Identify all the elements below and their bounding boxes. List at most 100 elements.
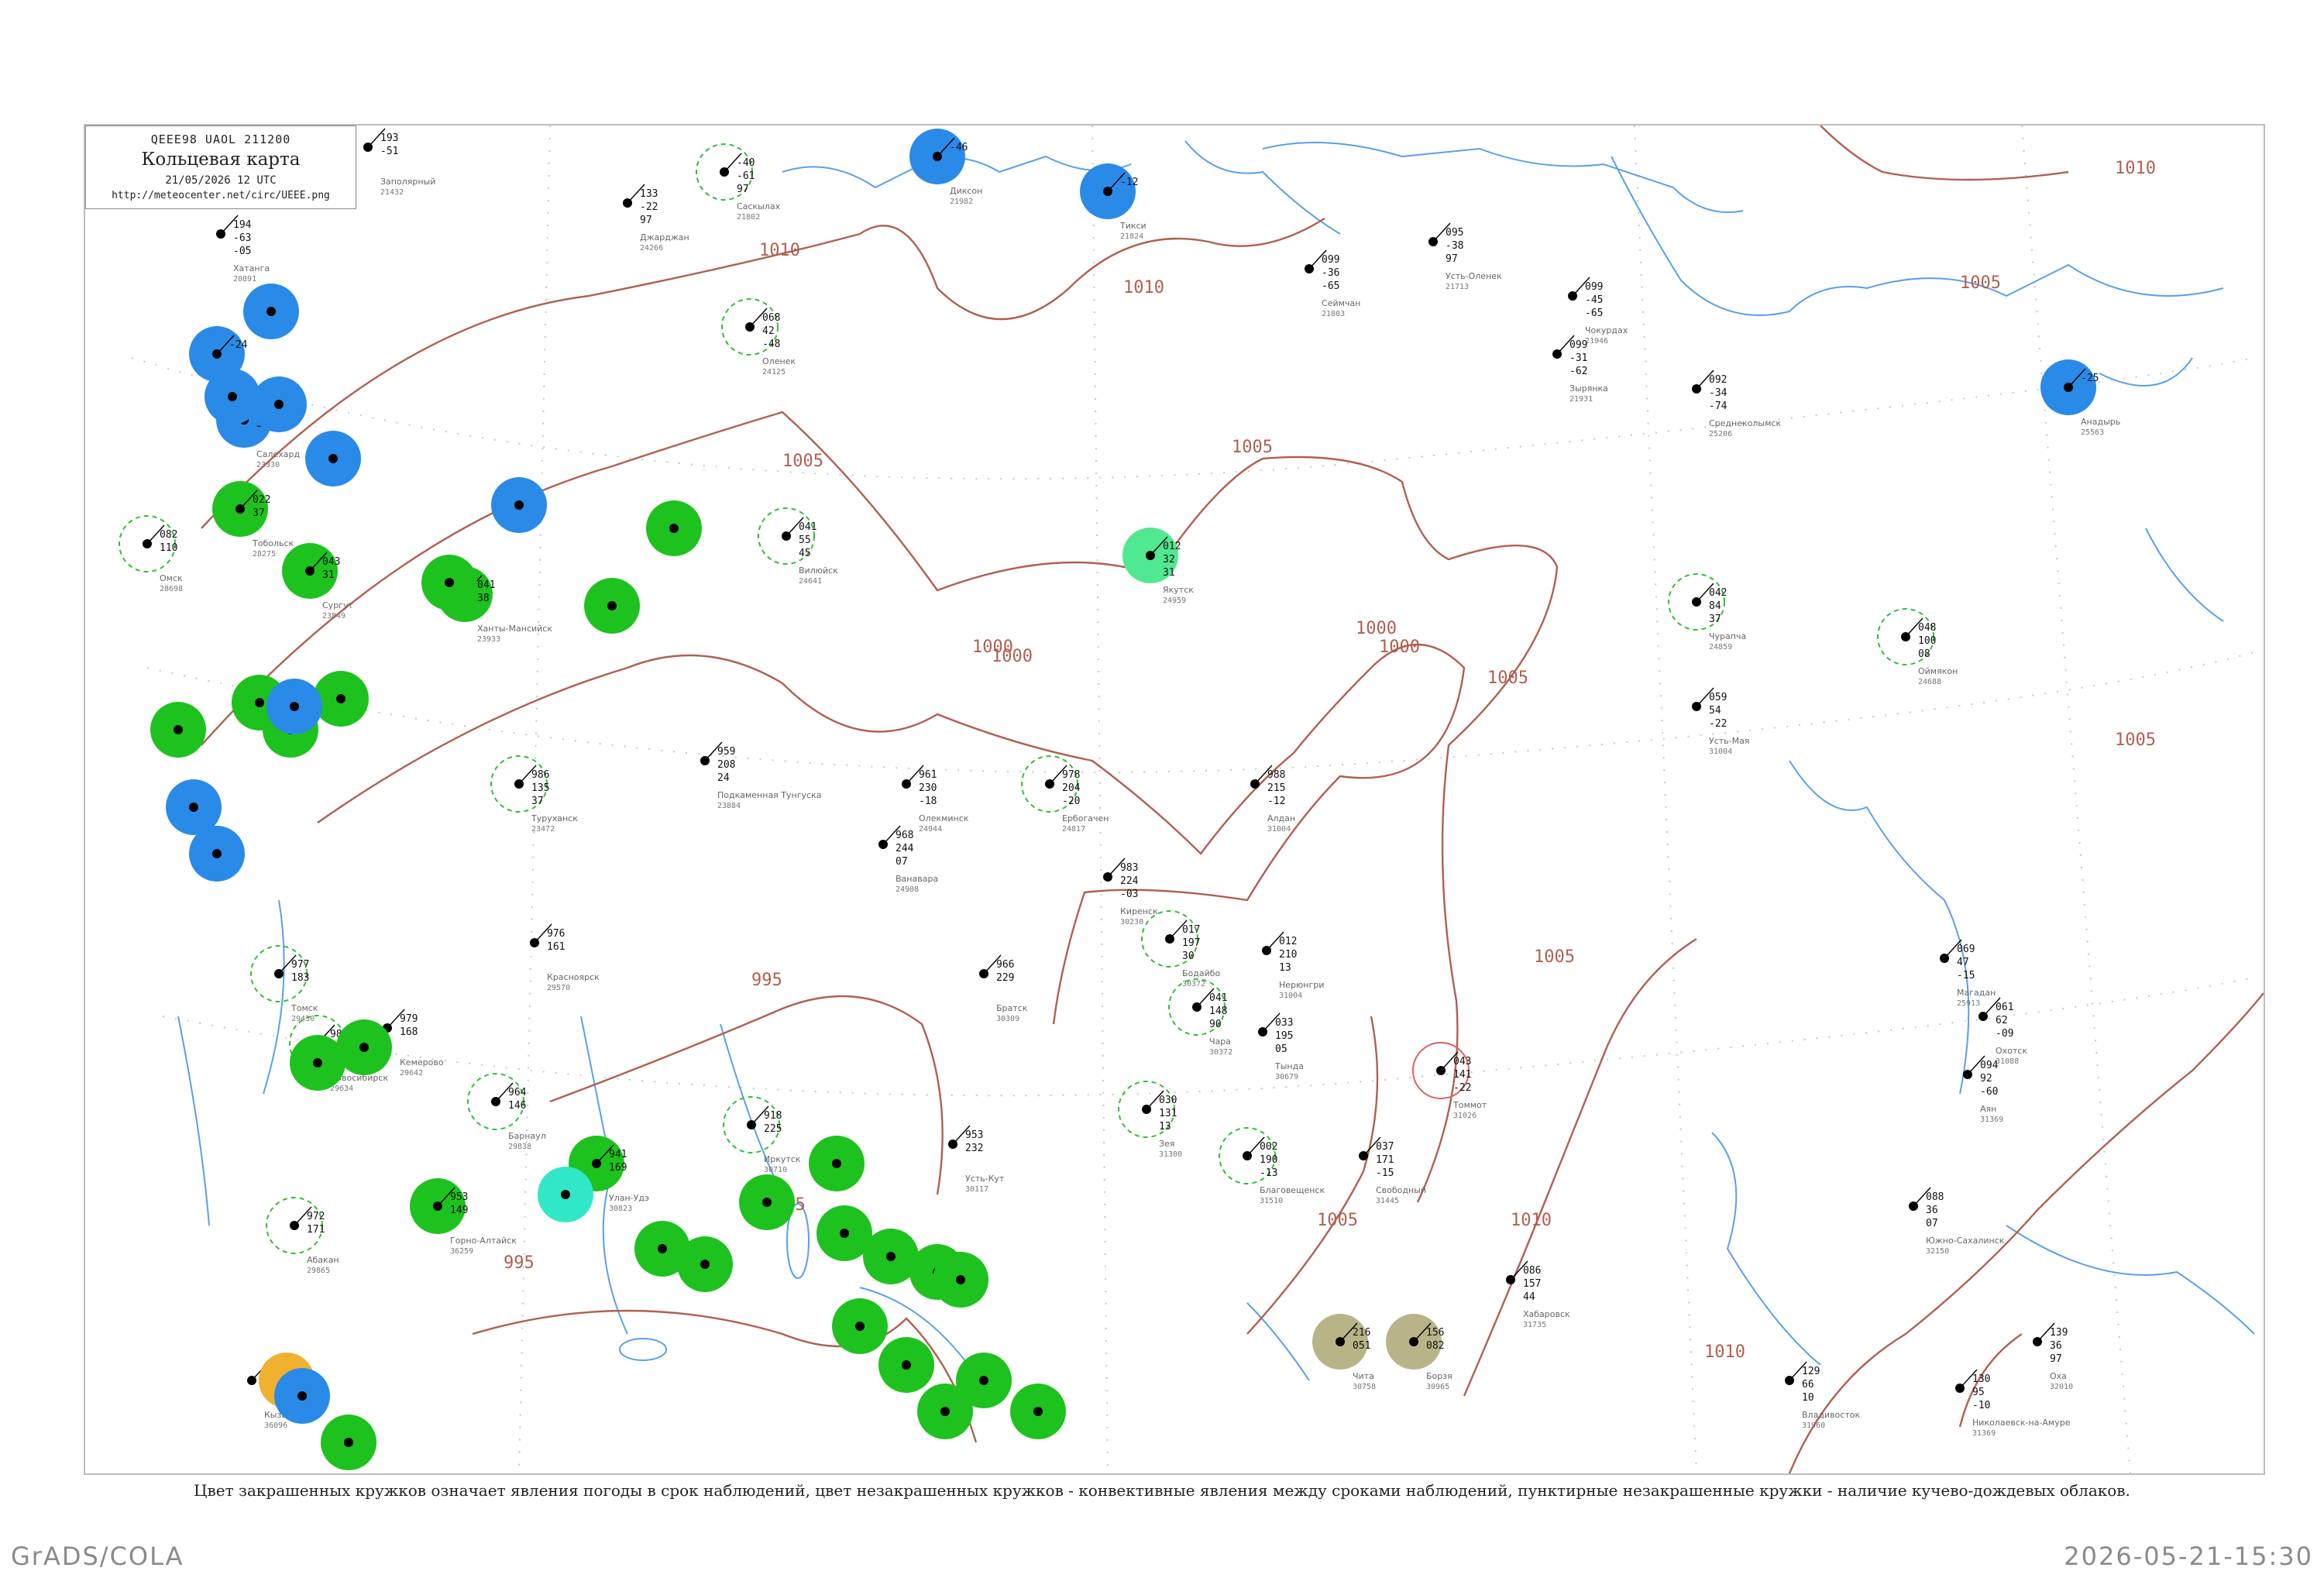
station-value: -60	[1980, 1086, 1998, 1098]
station-name: Борзя	[1426, 1371, 1452, 1381]
station-value: 92	[1980, 1073, 1992, 1085]
station-name: Диксон	[950, 186, 982, 196]
station-36259: 953 149 Горно-Алтайск36259	[410, 1178, 517, 1256]
cloud-cover-dot	[669, 524, 679, 533]
map-title-box: QEEE98 UAOL 211200 Кольцевая карта 21/05…	[85, 125, 356, 209]
station-value: 168	[400, 1026, 418, 1038]
station-value: 037	[1376, 1141, 1394, 1153]
station-value: 66	[1802, 1379, 1814, 1391]
station-name: Зырянка	[1569, 383, 1608, 394]
station-value: 230	[919, 782, 937, 794]
station-name: Ванавара	[896, 874, 938, 884]
map-datetime: 21/05/2026 12 UTC	[165, 174, 277, 187]
station-value: 964	[508, 1087, 527, 1098]
station-21803: 099-36-65 Сеймчан 21803	[1305, 249, 1360, 318]
station-value: -48	[762, 339, 780, 350]
station-index: 30710	[764, 1166, 787, 1174]
station-index: 23330	[256, 461, 280, 469]
station-value: 225	[764, 1123, 782, 1135]
station-30965: 156082 Борзя 30965	[1386, 1314, 1452, 1391]
station-value: 086	[1523, 1265, 1541, 1277]
station-value: 061	[1996, 1002, 2013, 1013]
station-value: 033	[1275, 1017, 1293, 1029]
cloud-cover-dot	[313, 1058, 322, 1067]
station-value: 190	[1260, 1154, 1277, 1166]
station-value: 97	[1446, 253, 1458, 265]
station-name: Томмот	[1452, 1100, 1487, 1110]
station-31004: 988215 -12 Алдан 31004	[1250, 765, 1295, 834]
station-name: Бодайбо	[1182, 968, 1221, 978]
station-value: -51	[380, 146, 398, 157]
station-21802: -40-61 97 Саскылах 21802	[696, 143, 781, 222]
station-name: Олекминск	[919, 813, 969, 823]
isobar-line	[201, 411, 1559, 1203]
station-value: 068	[762, 312, 780, 324]
station-index: 25563	[2081, 428, 2104, 437]
station-value: 31	[322, 569, 335, 581]
map-url[interactable]: http://meteocenter.net/circ/UEEE.png	[86, 190, 356, 201]
station-name: Тында	[1274, 1061, 1304, 1071]
station-value: 012	[1163, 541, 1181, 552]
station-24859: 04284 37 Чурапча 24859	[1668, 573, 1746, 651]
isobar-label: 1005	[1487, 669, 1528, 688]
station-index: 32150	[1926, 1247, 1949, 1256]
station-value: 976	[547, 928, 565, 940]
water-line	[2145, 528, 2224, 622]
footer-credit: GrADS/COLA	[11, 1542, 184, 1571]
cloud-cover-dot	[274, 400, 284, 409]
station-index: 31004	[1279, 992, 1302, 1000]
station-value: -22	[640, 201, 658, 213]
station-index: 23472	[531, 825, 555, 834]
station-value: -09	[1996, 1028, 2013, 1040]
cloud-cover-dot	[328, 454, 338, 463]
station-value: 002	[1260, 1141, 1277, 1153]
grid-line	[162, 977, 2255, 1097]
station-value: 069	[1957, 944, 1975, 955]
station-value: 55	[799, 535, 811, 546]
station-name: Ханты-Мансийск	[477, 624, 552, 634]
station-index: 21931	[1569, 395, 1593, 404]
station-value: 38	[477, 593, 490, 604]
station-value: 977	[291, 959, 309, 971]
station-name: Чокурдах	[1585, 325, 1628, 335]
station-name: Усть-Мая	[1709, 736, 1749, 746]
station-name: Улан-Удэ	[609, 1193, 649, 1203]
station-index: 32010	[2050, 1383, 2073, 1391]
isobar-label: 1005	[1317, 1211, 1358, 1230]
cloud-cover-dot	[902, 1360, 911, 1370]
water-line	[263, 899, 285, 1095]
station-31510: 002190-13 Благовещенск 31510	[1219, 1127, 1325, 1205]
station-index: 31088	[1996, 1057, 2019, 1066]
station-index: 36259	[450, 1247, 473, 1256]
station-index: 21824	[1120, 232, 1143, 241]
station-value: 099	[1585, 281, 1603, 293]
station-value: 099	[1569, 339, 1587, 351]
station-value: -18	[919, 796, 937, 807]
station-value: -15	[1957, 970, 1975, 981]
station-31004: 012 21013 Нерюнгри 31004	[1262, 931, 1324, 1000]
station-name: Барнаул	[508, 1131, 546, 1141]
station-value: -40	[737, 157, 755, 169]
isobar-label: 1005	[782, 452, 823, 471]
station-value: -24	[229, 339, 248, 351]
station-value: 210	[1279, 949, 1297, 961]
station-value: 97	[737, 184, 749, 195]
station-name: Владивосток	[1802, 1410, 1860, 1420]
station-index: 21432	[380, 188, 404, 197]
station-index: 25913	[1957, 999, 1980, 1008]
station-name: Подкаменная Тунгуска	[717, 790, 821, 800]
legend-caption: Цвет закрашенных кружков означает явлени…	[194, 1481, 2130, 1500]
cloud-cover-dot	[266, 307, 276, 316]
station-value: 36	[1926, 1205, 1938, 1216]
station-index: 36096	[264, 1421, 287, 1430]
station-value: 099	[1322, 254, 1339, 266]
station-index: 21946	[1585, 337, 1608, 345]
station-index: 24817	[1062, 825, 1085, 834]
station-index: 28698	[160, 585, 183, 593]
isobar-label: 1000	[1356, 619, 1397, 638]
station-name: Магадан	[1957, 988, 1996, 998]
station-28698: 082110 Омск 28698	[119, 515, 183, 593]
station-name: Аян	[1980, 1104, 1996, 1114]
station-value: 022	[253, 494, 270, 506]
station-value: 953	[450, 1191, 468, 1203]
